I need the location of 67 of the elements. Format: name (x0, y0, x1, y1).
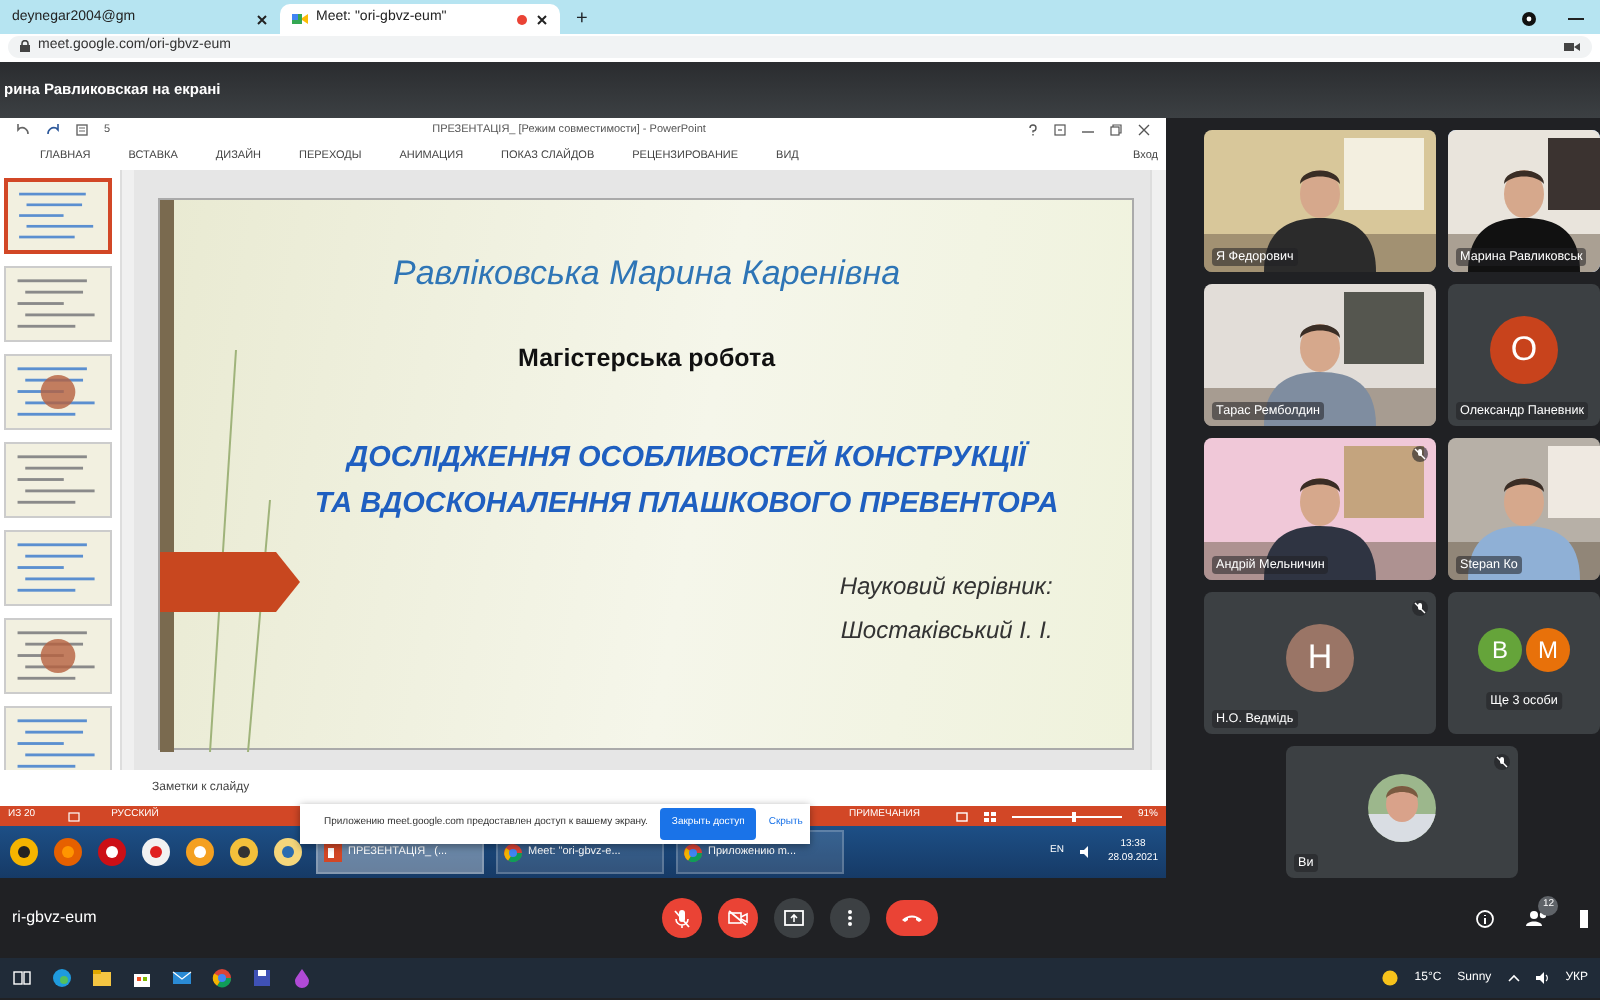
avatar: H (1286, 623, 1354, 691)
close-icon[interactable] (1138, 124, 1150, 136)
slide-author: Равліковська Марина Каренівна (393, 252, 901, 296)
ribbon-options-icon[interactable] (1054, 124, 1066, 136)
lock-icon (20, 40, 30, 52)
browser-icon (504, 843, 522, 861)
present-button[interactable] (774, 898, 814, 938)
info-icon[interactable] (1476, 909, 1494, 927)
scrollbar[interactable] (1150, 170, 1166, 770)
store-bag-icon[interactable] (132, 968, 152, 988)
undo-icon[interactable] (16, 124, 30, 136)
meet-logo-icon (292, 12, 308, 26)
present-screen-icon (784, 910, 804, 926)
avatar: M (1526, 627, 1570, 671)
camera-button[interactable] (718, 898, 758, 938)
folder-icon[interactable] (92, 968, 112, 988)
task-view-icon[interactable] (12, 968, 32, 988)
help-icon[interactable] (1028, 124, 1038, 136)
slide-title-line: ДОСЛІДЖЕННЯ ОСОБЛИВОСТЕЙ КОНСТРУКЦІЇ (347, 438, 1026, 479)
speaker-icon[interactable] (1535, 972, 1550, 984)
round-app-icon[interactable] (140, 836, 172, 868)
restore-icon[interactable] (1110, 124, 1122, 136)
supervisor-name: Шостаківський І. І. (840, 614, 1053, 649)
slide-thumbnail[interactable] (4, 354, 112, 430)
mail-icon[interactable] (172, 968, 192, 988)
round-app-icon[interactable] (96, 836, 128, 868)
supervisor-label: Науковий керівник: (839, 570, 1053, 605)
slide-thumbnail[interactable] (4, 706, 112, 770)
close-icon[interactable] (256, 13, 268, 25)
normal-view-icon[interactable] (955, 811, 968, 821)
mic-off-icon (674, 909, 690, 927)
slide-title-line: ТА ВДОСКОНАЛЕННЯ ПЛАШКОВОГО ПРЕВЕНТОРА (314, 486, 1059, 525)
hang-up-button[interactable] (886, 900, 938, 936)
slide-subtitle: Магістерська робота (518, 341, 776, 376)
minimize-icon[interactable] (1568, 17, 1584, 21)
phone-icon (902, 914, 922, 922)
avatar: B (1478, 627, 1522, 671)
print-preview-icon[interactable] (76, 124, 88, 136)
profile-icon[interactable] (1522, 12, 1536, 26)
microphone-button[interactable] (662, 898, 702, 938)
close-icon[interactable] (536, 13, 548, 25)
redo-icon[interactable] (46, 124, 60, 136)
sorter-view-icon[interactable] (983, 811, 996, 821)
slide-thumbnail[interactable] (4, 618, 112, 694)
slide-thumbnail[interactable] (4, 442, 112, 518)
round-app-icon[interactable] (8, 836, 40, 868)
round-app-icon[interactable] (184, 836, 216, 868)
speaker-icon[interactable] (1079, 846, 1092, 858)
new-tab-button[interactable]: + (560, 4, 604, 34)
video-camera-icon (1564, 41, 1580, 51)
slide-thumbnail[interactable] (4, 266, 112, 342)
round-app-icon[interactable] (52, 836, 84, 868)
meeting-code: ri-gbvz-eum (12, 908, 97, 926)
round-app-icon[interactable] (272, 836, 304, 868)
chevron-up-icon[interactable] (1507, 974, 1520, 982)
recording-icon (516, 13, 528, 25)
slide-thumbnail[interactable] (4, 530, 112, 606)
browser-icon[interactable] (212, 968, 232, 988)
sun-icon (1382, 970, 1399, 986)
camera-off-icon (728, 910, 748, 926)
slider-thumb[interactable] (1072, 811, 1077, 821)
slide-thumbnail[interactable] (4, 178, 112, 254)
more-options-button[interactable] (830, 898, 870, 938)
browser-icon (684, 843, 702, 861)
avatar: O (1490, 315, 1558, 383)
round-app-icon[interactable] (228, 836, 260, 868)
droplet-icon[interactable] (292, 968, 312, 988)
